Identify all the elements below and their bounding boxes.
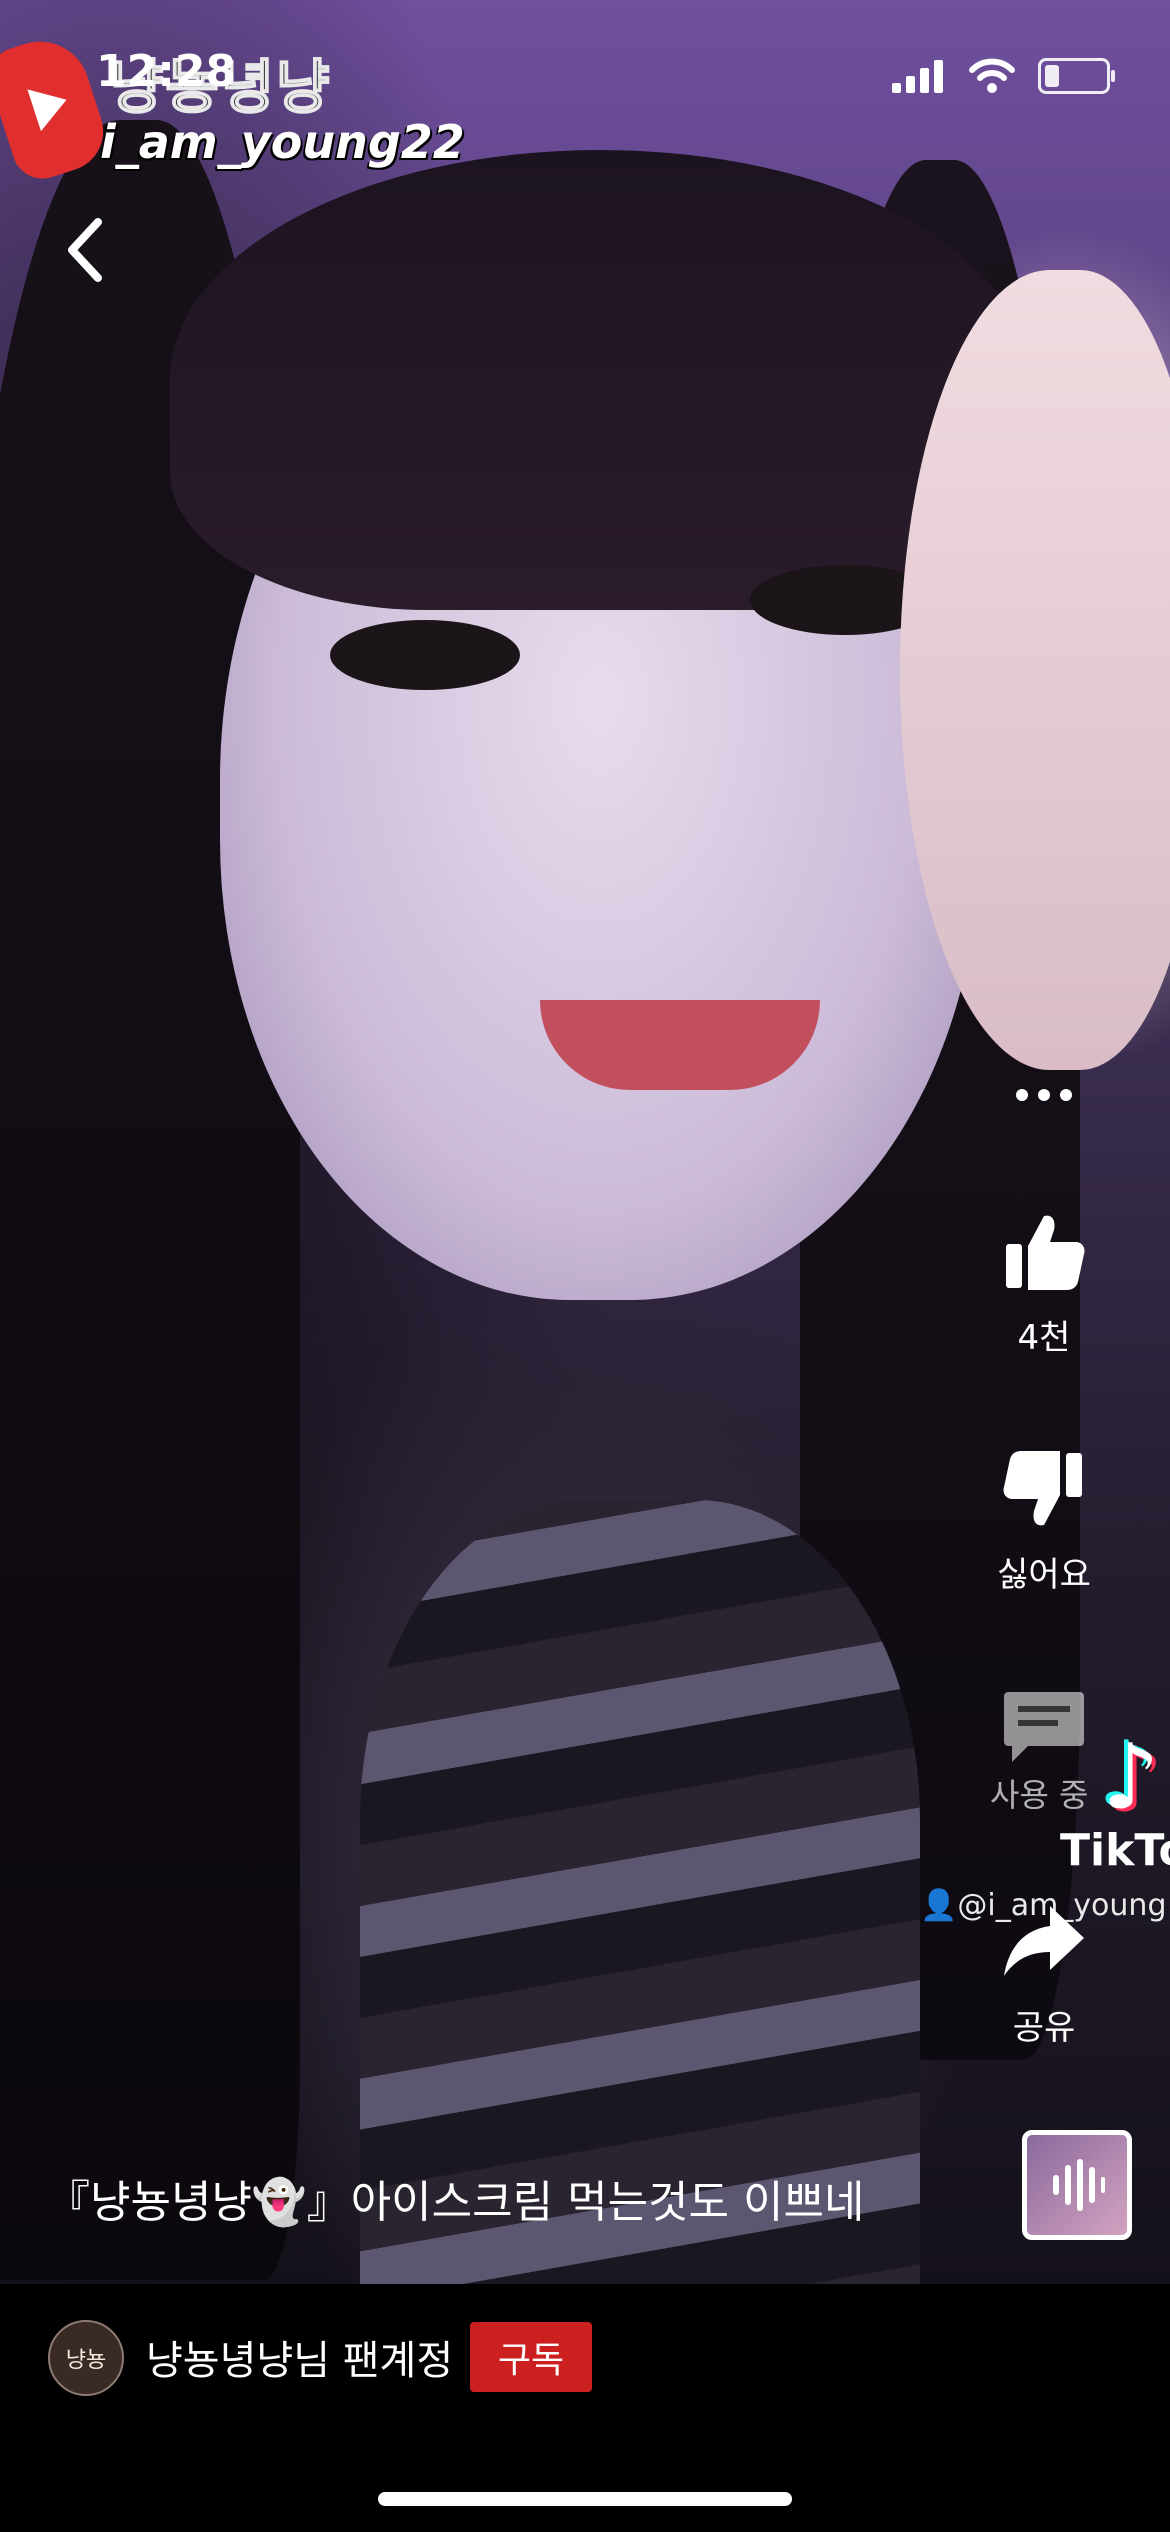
like-count: 4천 [1017,1318,1071,1358]
thumbs-up-icon [1006,1215,1085,1290]
subscribe-button[interactable]: 구독 [470,2322,592,2392]
video-bangs [170,150,1030,610]
channel-avatar[interactable]: 냥뇽 [48,2320,124,2396]
chevron-left-icon [68,218,102,282]
video-caption[interactable]: 『냥뇽녕냥👻』아이스크림 먹는것도 이쁘네 [46,2166,864,2230]
status-time: 12:28 [96,46,237,97]
share-arrow-icon [1004,1906,1084,1976]
audio-wave-icon [1053,2159,1105,2211]
tiktok-watermark: 사용 중 ♪ TikTok [990,1600,1170,1900]
share-button[interactable]: 공유 [944,1900,1144,2049]
dislike-button[interactable]: 싫어요 [944,1447,1144,1596]
tiktok-logo-icon: ♪ [1102,1725,1160,1830]
like-button[interactable]: 4천 [944,1210,1144,1359]
thumbs-down-icon [1003,1451,1082,1526]
more-options-button[interactable] [984,1060,1104,1130]
wifi-icon [969,58,1015,93]
status-icons [892,58,1115,94]
home-indicator[interactable] [378,2492,792,2506]
sound-button[interactable] [1022,2130,1132,2240]
back-button[interactable] [56,212,116,288]
comment-label: 사용 중 [990,1776,1089,1814]
video-eye-left [330,620,520,690]
watermark-username: i_am_young22 [100,115,465,169]
more-dots-icon [1016,1089,1072,1101]
battery-icon [1038,58,1115,94]
tiktok-logo-text: TikTok [1060,1825,1170,1876]
dislike-label: 싫어요 [997,1555,1091,1595]
signal-icon [892,60,943,93]
share-label: 공유 [1012,2008,1076,2048]
channel-name[interactable]: 냥뇽녕냥님 팬계정 [146,2328,453,2386]
channel-bar: 냥뇽 냥뇽녕냥님 팬계정 구독 [0,2284,1170,2532]
